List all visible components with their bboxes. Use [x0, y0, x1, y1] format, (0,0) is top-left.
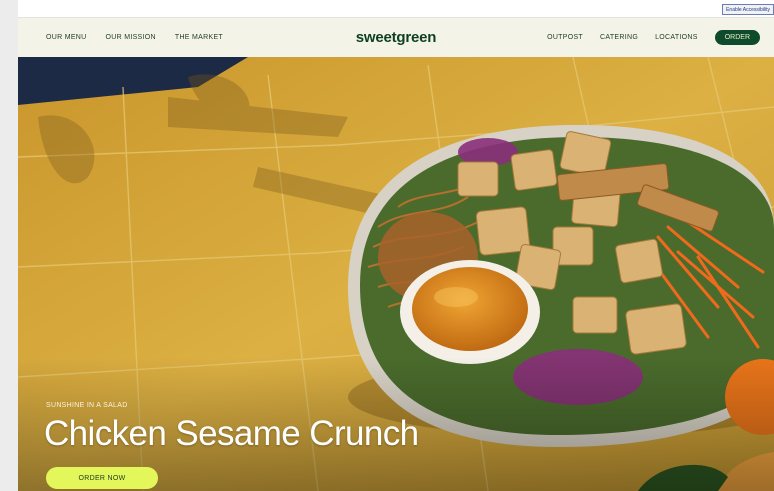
nav-link-locations[interactable]: LOCATIONS	[655, 34, 698, 41]
nav-link-our-mission[interactable]: OUR MISSION	[106, 34, 156, 41]
nav-link-the-market[interactable]: THE MARKET	[175, 34, 223, 41]
hero-headline: Chicken Sesame Crunch	[44, 414, 419, 453]
order-button[interactable]: ORDER	[714, 30, 760, 45]
page: Enable Accessibility OUR MENU OUR MISSIO…	[18, 0, 774, 491]
hero-banner: SUNSHINE IN A SALAD Chicken Sesame Crunc…	[18, 57, 774, 491]
accessibility-bar: Enable Accessibility	[18, 0, 774, 18]
enable-accessibility-button[interactable]: Enable Accessibility	[722, 4, 774, 15]
nav-link-outpost[interactable]: OUTPOST	[547, 34, 583, 41]
hero-eyebrow: SUNSHINE IN A SALAD	[46, 402, 128, 409]
nav-link-our-menu[interactable]: OUR MENU	[46, 34, 87, 41]
top-navigation: OUR MENU OUR MISSION THE MARKET sweetgre…	[18, 18, 774, 57]
nav-right-group: OUTPOST CATERING LOCATIONS ORDER	[547, 18, 760, 57]
dressing-sauce	[412, 267, 528, 351]
nav-left-group: OUR MENU OUR MISSION THE MARKET	[46, 18, 223, 57]
sweetgreen-logo[interactable]: sweetgreen	[356, 29, 437, 46]
order-now-button[interactable]: ORDER NOW	[46, 467, 158, 489]
browser-viewport: Enable Accessibility OUR MENU OUR MISSIO…	[0, 0, 774, 491]
nav-link-catering[interactable]: CATERING	[600, 34, 638, 41]
